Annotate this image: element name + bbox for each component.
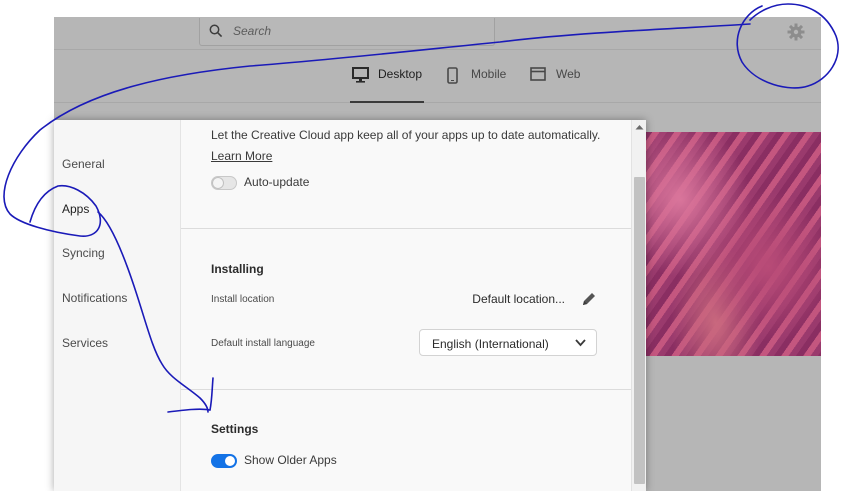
content-scrollbar[interactable] (631, 120, 646, 491)
toggle-knob (224, 455, 236, 467)
tab-mobile-label: Mobile (471, 67, 507, 81)
install-location-value: Default location... (472, 292, 565, 306)
tab-mobile[interactable]: Mobile (447, 67, 507, 103)
show-older-apps-toggle[interactable] (211, 454, 237, 468)
tab-web-label: Web (556, 67, 581, 81)
search-input[interactable]: Search (199, 18, 495, 46)
show-older-apps-label: Show Older Apps (244, 453, 337, 467)
pencil-icon[interactable] (581, 291, 597, 307)
tab-desktop-label: Desktop (378, 67, 423, 81)
platform-tabs: Desktop Mobile Web (54, 50, 821, 103)
install-language-label: Default install language (211, 338, 315, 349)
auto-update-section: Let the Creative Cloud app keep all of y… (181, 120, 631, 228)
tab-web[interactable]: Web (530, 67, 582, 103)
preferences-dialog: General Apps Syncing Notifications Servi… (54, 120, 646, 491)
settings-section: Settings Show Older Apps (181, 390, 631, 491)
sidebar-item-apps[interactable]: Apps (62, 202, 89, 216)
settings-title: Settings (211, 422, 259, 436)
desktop-icon (352, 67, 369, 83)
preferences-content: Let the Creative Cloud app keep all of y… (181, 120, 631, 491)
chevron-down-icon (575, 339, 586, 347)
sidebar-item-notifications[interactable]: Notifications (62, 291, 127, 305)
scroll-up-arrow-icon[interactable] (635, 124, 644, 130)
preferences-sidebar: General Apps Syncing Notifications Servi… (54, 120, 181, 491)
sidebar-item-services[interactable]: Services (62, 336, 108, 350)
hero-image (645, 132, 821, 356)
sidebar-item-general[interactable]: General (62, 157, 105, 171)
toggle-knob (212, 177, 224, 189)
installing-section: Installing Install location Default loca… (181, 229, 631, 389)
learn-more-link[interactable]: Learn More (211, 149, 272, 163)
install-language-select[interactable]: English (International) (419, 329, 597, 356)
installing-title: Installing (211, 262, 264, 276)
scrollbar-thumb[interactable] (634, 177, 645, 484)
mobile-icon (447, 67, 458, 84)
search-placeholder: Search (233, 24, 272, 38)
auto-update-label: Auto-update (244, 175, 310, 189)
auto-update-toggle[interactable] (211, 176, 237, 190)
web-icon (530, 67, 546, 81)
top-bar: Search (54, 17, 821, 50)
gear-icon[interactable] (786, 22, 806, 42)
tab-desktop[interactable]: Desktop (350, 67, 424, 103)
install-language-value: English (International) (432, 337, 549, 351)
install-location-label: Install location (211, 294, 275, 305)
auto-update-description: Let the Creative Cloud app keep all of y… (211, 128, 601, 142)
sidebar-item-syncing[interactable]: Syncing (62, 246, 105, 260)
search-icon (209, 24, 223, 38)
